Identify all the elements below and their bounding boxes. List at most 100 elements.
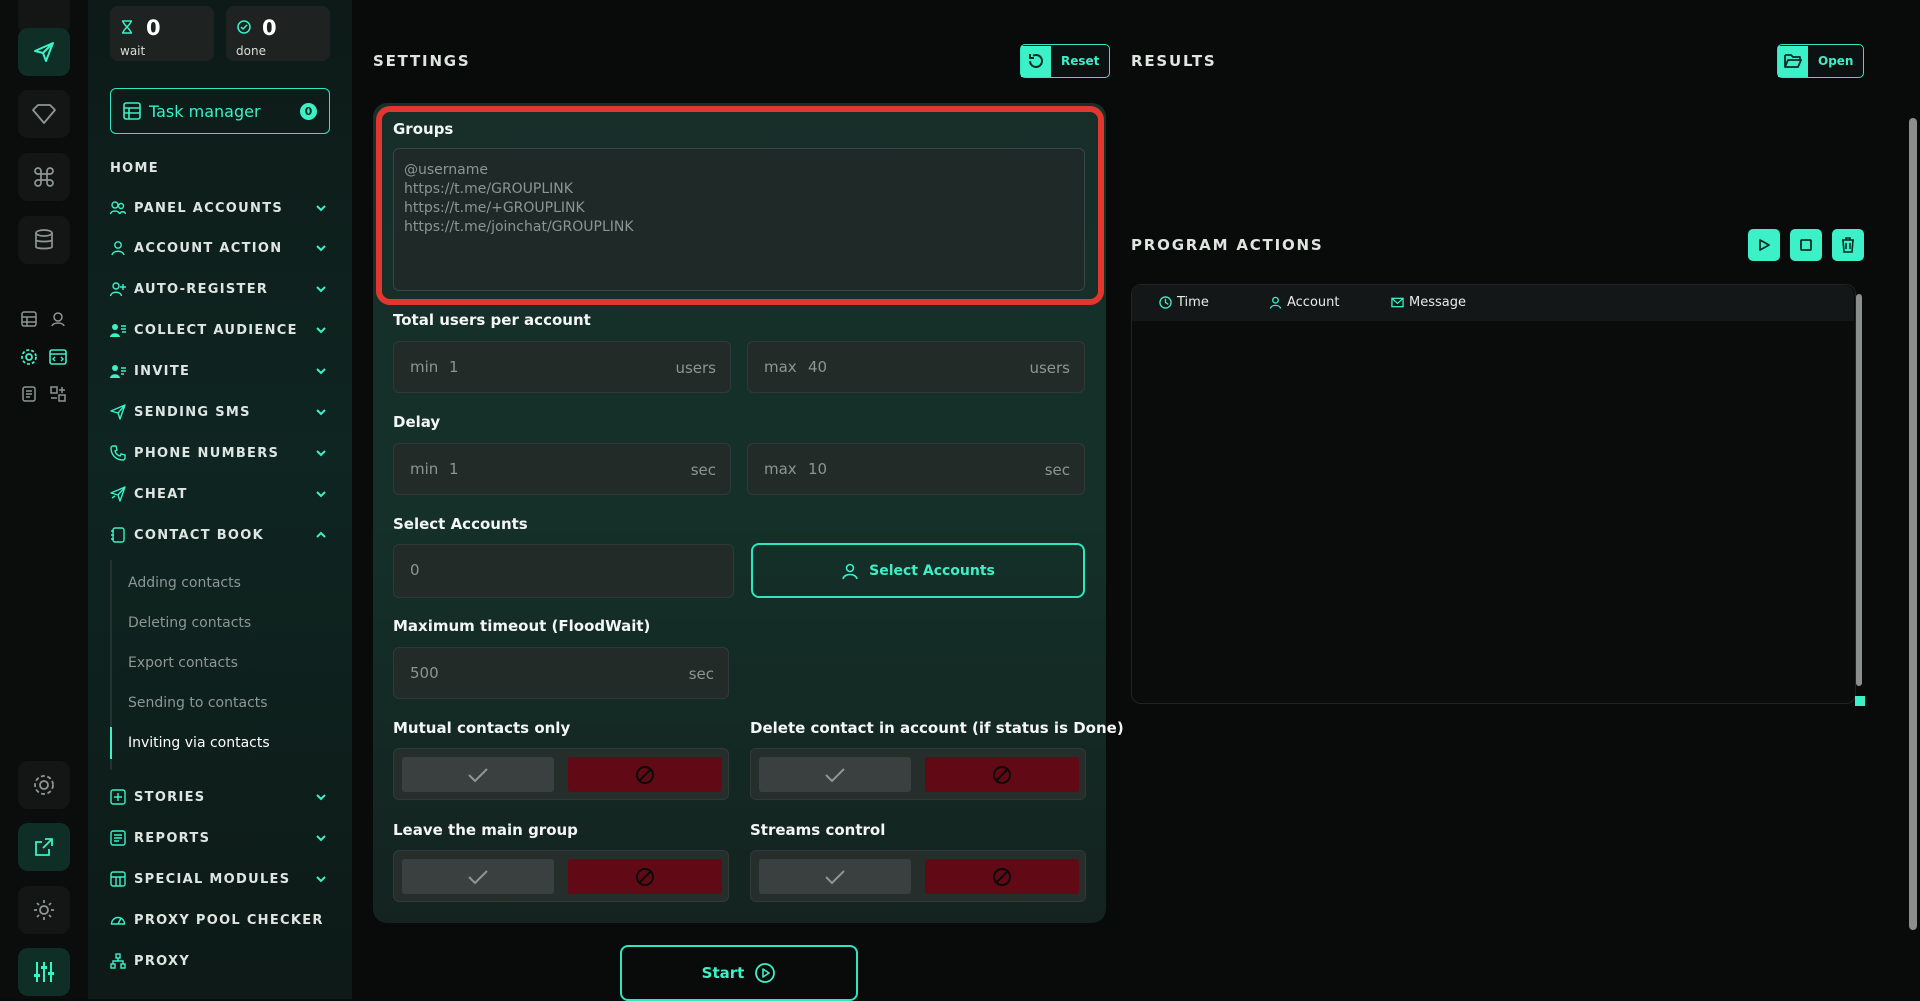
reports-icon xyxy=(110,830,126,846)
reset-icon xyxy=(1029,54,1043,68)
nav-label: COLLECT AUDIENCE xyxy=(134,322,298,338)
gauge-icon xyxy=(110,916,126,925)
nav-proxy[interactable]: PROXY xyxy=(110,949,334,973)
start-button[interactable]: Start xyxy=(620,945,858,1001)
command-icon[interactable] xyxy=(18,153,70,201)
hourglass-icon xyxy=(122,20,132,34)
nav-special-modules[interactable]: SPECIAL MODULES xyxy=(110,867,334,891)
max-prefix: max xyxy=(764,460,797,478)
delay-max-value: 10 xyxy=(808,460,828,478)
total-users-min-field[interactable]: min 1 users xyxy=(393,341,731,393)
user-circle-icon[interactable] xyxy=(47,308,69,330)
program-actions-log[interactable] xyxy=(1131,284,1856,704)
column-time[interactable]: Time xyxy=(1159,295,1209,310)
user-plus-icon xyxy=(110,282,126,297)
column-account-label: Account xyxy=(1287,295,1340,310)
nav-account-action[interactable]: ACCOUNT ACTION xyxy=(110,236,334,260)
reset-button[interactable]: Reset xyxy=(1020,44,1111,78)
send-cheat-icon xyxy=(110,486,126,502)
done-count: 0 xyxy=(262,16,277,40)
nav-collect-audience[interactable]: COLLECT AUDIENCE xyxy=(110,318,334,342)
stop-button[interactable] xyxy=(1790,229,1822,261)
unit-suffix: sec xyxy=(690,461,716,479)
diamond-icon[interactable] xyxy=(18,90,70,138)
delay-min-field[interactable]: min 1 sec xyxy=(393,443,731,495)
nav-cheat[interactable]: CHEAT xyxy=(110,482,334,506)
nav-home[interactable]: HOME xyxy=(110,156,334,180)
unit-suffix: users xyxy=(675,359,716,377)
check-icon xyxy=(825,869,845,884)
settings-gear-icon[interactable] xyxy=(18,346,40,368)
sun-icon[interactable] xyxy=(18,886,70,934)
column-message-label: Message xyxy=(1409,295,1466,310)
log-resize-handle[interactable] xyxy=(1855,696,1865,706)
task-manager-badge: 0 xyxy=(300,103,317,120)
nav-invite[interactable]: INVITE xyxy=(110,359,334,383)
toggle-no-button[interactable] xyxy=(925,859,1079,894)
open-label: Open xyxy=(1818,54,1854,68)
total-users-label: Total users per account xyxy=(393,311,591,329)
nav-reports[interactable]: REPORTS xyxy=(110,826,334,850)
submenu-export-contacts[interactable]: Export contacts xyxy=(128,655,238,671)
done-label: done xyxy=(236,44,266,58)
check-circle-icon xyxy=(237,20,251,34)
submenu-deleting-contacts[interactable]: Deleting contacts xyxy=(128,615,251,631)
toggle-yes-button[interactable] xyxy=(759,859,911,894)
toggle-no-button[interactable] xyxy=(568,859,722,894)
toggle-no-button[interactable] xyxy=(925,757,1079,792)
external-link-icon[interactable] xyxy=(18,823,70,871)
document-list-icon[interactable] xyxy=(18,383,40,405)
mail-icon xyxy=(1391,297,1404,308)
check-icon xyxy=(825,767,845,782)
cog-icon[interactable] xyxy=(18,761,70,809)
delay-label: Delay xyxy=(393,413,441,431)
groups-input[interactable] xyxy=(393,148,1085,291)
max-timeout-field[interactable]: 500 sec xyxy=(393,647,729,699)
nav-stories[interactable]: STORIES xyxy=(110,785,334,809)
sliders-icon[interactable] xyxy=(18,948,70,996)
chevron-down-icon xyxy=(316,876,326,883)
play-button[interactable] xyxy=(1748,229,1780,261)
nav-panel-accounts[interactable]: PANEL ACCOUNTS xyxy=(110,196,334,220)
delete-log-button[interactable] xyxy=(1832,229,1864,261)
toggle-yes-button[interactable] xyxy=(759,757,911,792)
select-accounts-label: Select Accounts xyxy=(393,515,528,533)
open-button[interactable]: Open xyxy=(1777,44,1865,78)
column-time-label: Time xyxy=(1177,295,1209,310)
total-users-max-field[interactable]: max 40 users xyxy=(747,341,1085,393)
nav-label: AUTO-REGISTER xyxy=(134,281,269,297)
nav-phone-numbers[interactable]: PHONE NUMBERS xyxy=(110,441,334,465)
database-icon[interactable] xyxy=(18,216,70,264)
stories-icon xyxy=(110,789,126,805)
chevron-down-icon xyxy=(316,794,326,801)
nav-contact-book[interactable]: CONTACT BOOK xyxy=(110,523,334,547)
nav-proxy-pool-checker[interactable]: PROXY POOL CHECKER xyxy=(110,908,334,932)
nav-sending-sms[interactable]: SENDING SMS xyxy=(110,400,334,424)
ban-icon xyxy=(636,765,654,784)
page-scrollbar[interactable] xyxy=(1909,118,1917,930)
folder-open-icon xyxy=(1784,54,1802,68)
toggle-yes-button[interactable] xyxy=(402,859,554,894)
submenu-inviting-via-contacts[interactable]: Inviting via contacts xyxy=(128,735,270,751)
telegram-icon[interactable] xyxy=(18,28,70,76)
column-account[interactable]: Account xyxy=(1269,295,1340,310)
widgets-icon[interactable] xyxy=(47,383,69,405)
log-scrollbar[interactable] xyxy=(1856,294,1862,686)
submenu-adding-contacts[interactable]: Adding contacts xyxy=(128,575,241,591)
table-icon[interactable] xyxy=(18,308,40,330)
task-grid-icon xyxy=(123,102,141,120)
delay-max-field[interactable]: max 10 sec xyxy=(747,443,1085,495)
clock-icon xyxy=(1159,296,1172,309)
select-accounts-button[interactable]: Select Accounts xyxy=(751,543,1085,598)
nav-label: PROXY POOL CHECKER xyxy=(134,912,324,928)
column-message[interactable]: Message xyxy=(1391,295,1466,310)
ban-icon xyxy=(993,765,1011,784)
max-prefix: max xyxy=(764,358,797,376)
task-manager-button[interactable]: Task manager 0 xyxy=(110,88,330,134)
browser-code-icon[interactable] xyxy=(47,346,69,368)
toggle-no-button[interactable] xyxy=(568,757,722,792)
nav-auto-register[interactable]: AUTO-REGISTER xyxy=(110,277,334,301)
submenu-sending-to-contacts[interactable]: Sending to contacts xyxy=(128,695,268,711)
toggle-yes-button[interactable] xyxy=(402,757,554,792)
phone-icon xyxy=(110,445,126,461)
